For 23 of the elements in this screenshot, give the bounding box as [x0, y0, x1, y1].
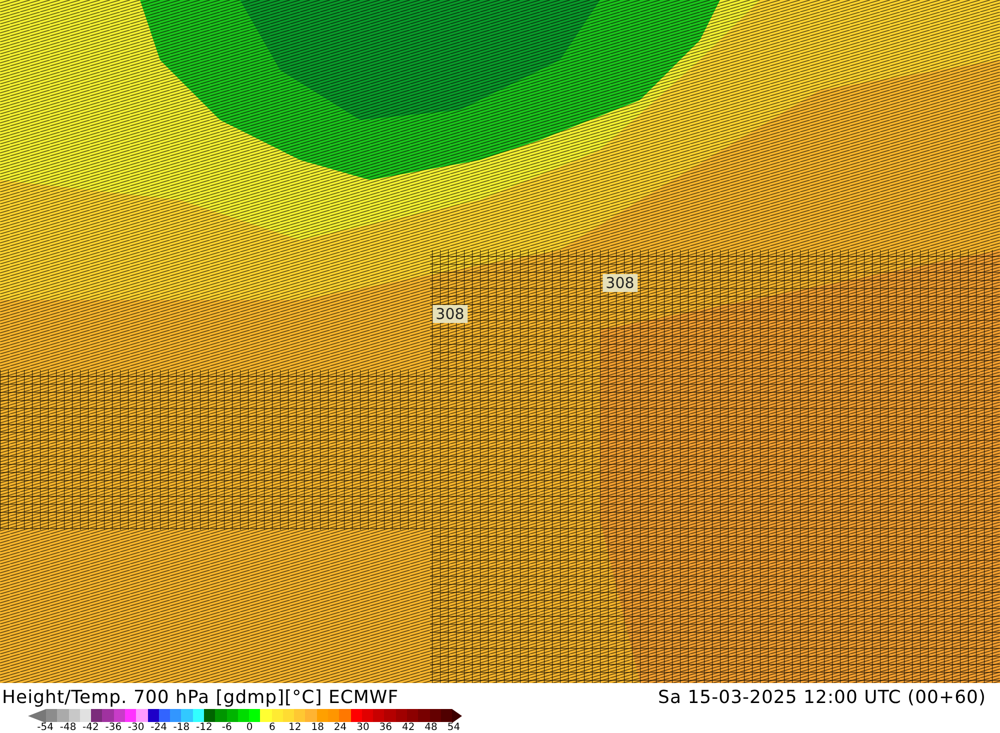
scale-tick-label: -42 [82, 722, 100, 733]
scale-tick-label: -12 [194, 722, 214, 733]
scale-tick-label: 48 [424, 722, 438, 733]
scale-tick-label: -6 [220, 722, 233, 733]
scale-tick-label: 6 [268, 722, 276, 733]
chart-title: Height/Temp. 700 hPa [gdmp][°C] ECMWF [2, 686, 399, 708]
scale-tick-label: 0 [245, 722, 254, 733]
scale-tick-label: -48 [58, 722, 78, 733]
scale-tick-label: 42 [400, 722, 416, 733]
timestamp: Sa 15-03-2025 12:00 UTC (00+60) [658, 686, 986, 708]
contour-label: 308 [602, 274, 638, 292]
scale-tick-label: -18 [172, 722, 191, 733]
scale-tick-label: 18 [310, 722, 325, 733]
scale-tick-label: -24 [150, 722, 168, 733]
scale-tick-label: 54 [446, 722, 462, 733]
scale-tick-label: -54 [36, 722, 55, 733]
scale-tick-label: 24 [332, 722, 348, 733]
scale-tick-label: -36 [104, 722, 123, 733]
scale-tick-label: 12 [288, 722, 302, 733]
contour-label: 308 [432, 305, 468, 324]
scale-tick-label: 36 [378, 722, 394, 733]
scale-tick-label: 30 [356, 722, 370, 733]
scale-tick-label: -30 [126, 722, 146, 733]
